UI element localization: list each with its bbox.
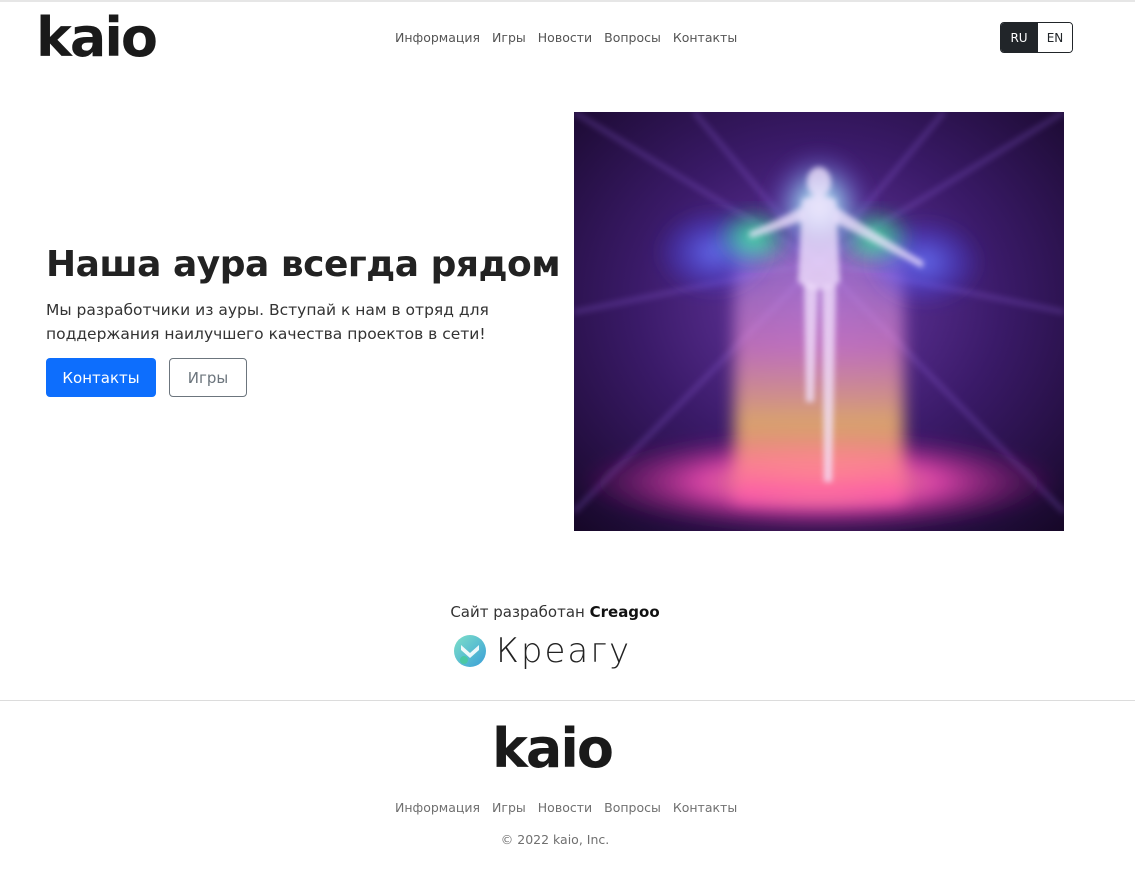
site-logo[interactable]: kaio <box>36 11 158 65</box>
creagoo-wordmark: Креагу <box>496 631 632 671</box>
copyright: © 2022 kaio, Inc. <box>500 832 610 847</box>
creagoo-logo[interactable]: Креагу <box>452 633 631 669</box>
footer-divider <box>0 700 1135 701</box>
main-nav: Информация Игры Новости Вопросы Контакты <box>395 30 737 45</box>
credit-prefix: Сайт разработан <box>450 603 585 621</box>
top-border <box>0 0 1135 2</box>
footer-link-games[interactable]: Игры <box>492 800 526 815</box>
nav-link-news[interactable]: Новости <box>538 30 592 45</box>
lang-en-button[interactable]: EN <box>1037 23 1072 52</box>
games-button[interactable]: Игры <box>169 358 247 397</box>
contacts-button[interactable]: Контакты <box>46 358 156 397</box>
footer-link-info[interactable]: Информация <box>395 800 480 815</box>
hero-title: Наша аура всегда рядом <box>46 244 561 285</box>
language-switcher: RU EN <box>1000 22 1073 53</box>
creagoo-icon <box>454 635 486 667</box>
footer-logo[interactable]: kaio <box>492 722 614 776</box>
nav-link-contacts[interactable]: Контакты <box>673 30 737 45</box>
nav-link-faq[interactable]: Вопросы <box>604 30 661 45</box>
footer-nav: Информация Игры Новости Вопросы Контакты <box>395 800 737 815</box>
lang-ru-button[interactable]: RU <box>1001 23 1037 52</box>
footer-link-contacts[interactable]: Контакты <box>673 800 737 815</box>
footer-link-news[interactable]: Новости <box>538 800 592 815</box>
hero-aura-image <box>574 112 1064 531</box>
nav-link-games[interactable]: Игры <box>492 30 526 45</box>
footer-link-faq[interactable]: Вопросы <box>604 800 661 815</box>
nav-link-info[interactable]: Информация <box>395 30 480 45</box>
hero-description: Мы разработчики из ауры. Вступай к нам в… <box>46 301 489 343</box>
credit-line: Сайт разработан Creagoo <box>0 603 1110 621</box>
credit-brand-link[interactable]: Creagoo <box>590 603 660 621</box>
